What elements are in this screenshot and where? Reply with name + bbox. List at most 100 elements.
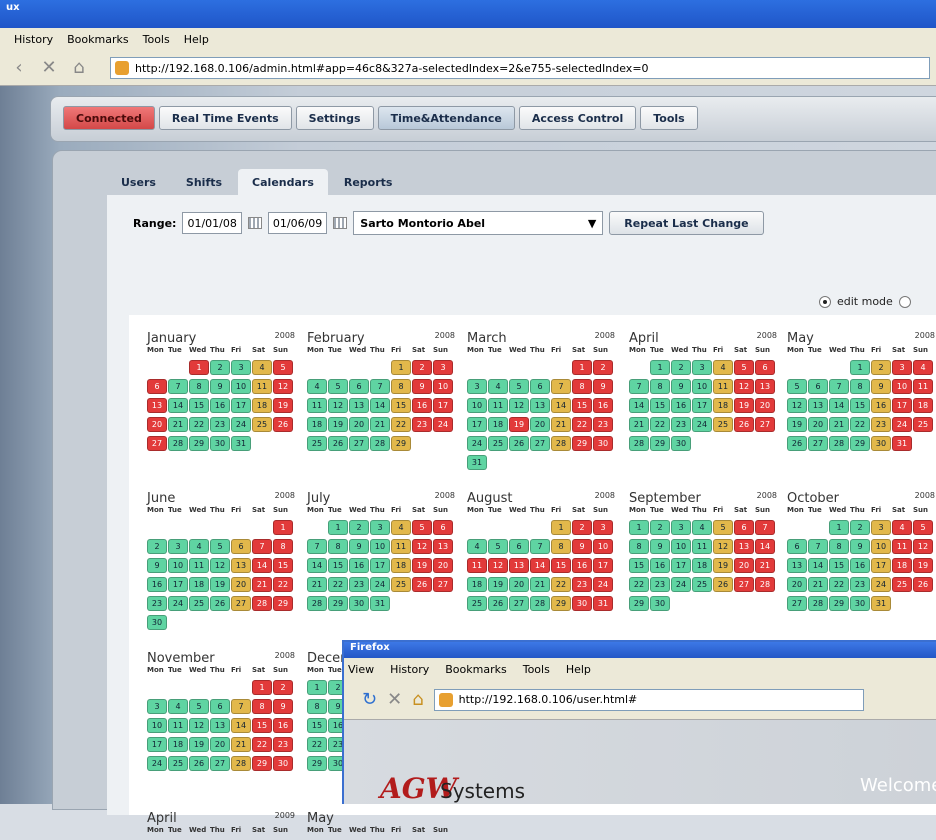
day-cell[interactable]: 11 — [467, 558, 487, 573]
day-cell[interactable]: 29 — [850, 436, 870, 451]
day-cell[interactable]: 22 — [273, 577, 293, 592]
day-cell[interactable]: 6 — [349, 379, 369, 394]
day-cell[interactable]: 20 — [734, 558, 754, 573]
day-cell[interactable]: 11 — [892, 539, 912, 554]
day-cell[interactable]: 10 — [593, 539, 613, 554]
day-cell[interactable]: 16 — [210, 398, 230, 413]
day-cell[interactable]: 23 — [210, 417, 230, 432]
day-cell[interactable]: 6 — [755, 360, 775, 375]
day-cell[interactable]: 9 — [210, 379, 230, 394]
ff-menu-item[interactable]: Bookmarks — [445, 663, 506, 676]
day-cell[interactable]: 10 — [168, 558, 188, 573]
day-cell[interactable]: 27 — [787, 596, 807, 611]
day-cell[interactable]: 5 — [713, 520, 733, 535]
day-cell[interactable]: 10 — [370, 539, 390, 554]
day-cell[interactable]: 15 — [850, 398, 870, 413]
day-cell[interactable]: 2 — [650, 520, 670, 535]
day-cell[interactable]: 18 — [913, 398, 933, 413]
day-cell[interactable]: 23 — [572, 577, 592, 592]
day-cell[interactable]: 16 — [671, 398, 691, 413]
day-cell[interactable]: 24 — [871, 577, 891, 592]
day-cell[interactable]: 27 — [433, 577, 453, 592]
day-cell[interactable]: 7 — [231, 699, 251, 714]
day-cell[interactable]: 14 — [307, 558, 327, 573]
day-cell[interactable]: 28 — [808, 596, 828, 611]
day-cell[interactable]: 19 — [412, 558, 432, 573]
day-cell[interactable]: 21 — [252, 577, 272, 592]
day-cell[interactable]: 1 — [629, 520, 649, 535]
day-cell[interactable]: 6 — [210, 699, 230, 714]
day-cell[interactable]: 6 — [787, 539, 807, 554]
day-cell[interactable]: 13 — [755, 379, 775, 394]
day-cell[interactable]: 25 — [892, 577, 912, 592]
day-cell[interactable]: 7 — [307, 539, 327, 554]
day-cell[interactable]: 4 — [488, 379, 508, 394]
tab-real-time-events[interactable]: Real Time Events — [158, 106, 292, 130]
day-cell[interactable]: 9 — [572, 539, 592, 554]
stop-icon[interactable]: ✕ — [387, 689, 402, 710]
tab-tools[interactable]: Tools — [640, 106, 698, 130]
day-cell[interactable]: 25 — [307, 436, 327, 451]
day-cell[interactable]: 10 — [433, 379, 453, 394]
day-cell[interactable]: 16 — [412, 398, 432, 413]
day-cell[interactable]: 30 — [850, 596, 870, 611]
day-cell[interactable]: 26 — [787, 436, 807, 451]
day-cell[interactable]: 30 — [210, 436, 230, 451]
day-cell[interactable]: 21 — [808, 577, 828, 592]
subtab-users[interactable]: Users — [107, 169, 170, 195]
day-cell[interactable]: 26 — [189, 756, 209, 771]
day-cell[interactable]: 9 — [593, 379, 613, 394]
day-cell[interactable]: 13 — [433, 539, 453, 554]
day-cell[interactable]: 16 — [650, 558, 670, 573]
day-cell[interactable]: 26 — [328, 436, 348, 451]
day-cell[interactable]: 20 — [433, 558, 453, 573]
day-cell[interactable]: 13 — [509, 558, 529, 573]
day-cell[interactable]: 15 — [273, 558, 293, 573]
day-cell[interactable]: 16 — [593, 398, 613, 413]
tab-access-control[interactable]: Access Control — [518, 106, 637, 130]
day-cell[interactable]: 13 — [210, 718, 230, 733]
day-cell[interactable]: 29 — [551, 596, 571, 611]
day-cell[interactable]: 23 — [147, 596, 167, 611]
day-cell[interactable]: 11 — [168, 718, 188, 733]
day-cell[interactable]: 30 — [349, 596, 369, 611]
day-cell[interactable]: 24 — [147, 756, 167, 771]
day-cell[interactable]: 10 — [467, 398, 487, 413]
day-cell[interactable]: 6 — [509, 539, 529, 554]
day-cell[interactable]: 16 — [147, 577, 167, 592]
day-cell[interactable]: 9 — [850, 539, 870, 554]
day-cell[interactable]: 13 — [530, 398, 550, 413]
day-cell[interactable]: 30 — [273, 756, 293, 771]
tab-settings[interactable]: Settings — [295, 106, 374, 130]
day-cell[interactable]: 23 — [273, 737, 293, 752]
day-cell[interactable]: 12 — [328, 398, 348, 413]
day-cell[interactable]: 31 — [467, 455, 487, 470]
day-cell[interactable]: 14 — [168, 398, 188, 413]
day-cell[interactable]: 25 — [913, 417, 933, 432]
day-cell[interactable]: 6 — [530, 379, 550, 394]
day-cell[interactable]: 12 — [509, 398, 529, 413]
day-cell[interactable]: 19 — [210, 577, 230, 592]
day-cell[interactable]: 4 — [892, 520, 912, 535]
day-cell[interactable]: 5 — [273, 360, 293, 375]
day-cell[interactable]: 23 — [593, 417, 613, 432]
subtab-reports[interactable]: Reports — [330, 169, 407, 195]
day-cell[interactable]: 14 — [551, 398, 571, 413]
day-cell[interactable]: 12 — [412, 539, 432, 554]
day-cell[interactable]: 18 — [488, 417, 508, 432]
day-cell[interactable]: 5 — [734, 360, 754, 375]
day-cell[interactable]: 26 — [509, 436, 529, 451]
day-cell[interactable]: 19 — [328, 417, 348, 432]
day-cell[interactable]: 21 — [168, 417, 188, 432]
day-cell[interactable]: 3 — [671, 520, 691, 535]
day-cell[interactable]: 8 — [650, 379, 670, 394]
day-cell[interactable]: 17 — [671, 558, 691, 573]
day-cell[interactable]: 24 — [671, 577, 691, 592]
day-cell[interactable]: 24 — [168, 596, 188, 611]
day-cell[interactable]: 5 — [913, 520, 933, 535]
day-cell[interactable]: 17 — [467, 417, 487, 432]
day-cell[interactable]: 10 — [892, 379, 912, 394]
day-cell[interactable]: 8 — [572, 379, 592, 394]
day-cell[interactable]: 2 — [671, 360, 691, 375]
day-cell[interactable]: 21 — [629, 417, 649, 432]
